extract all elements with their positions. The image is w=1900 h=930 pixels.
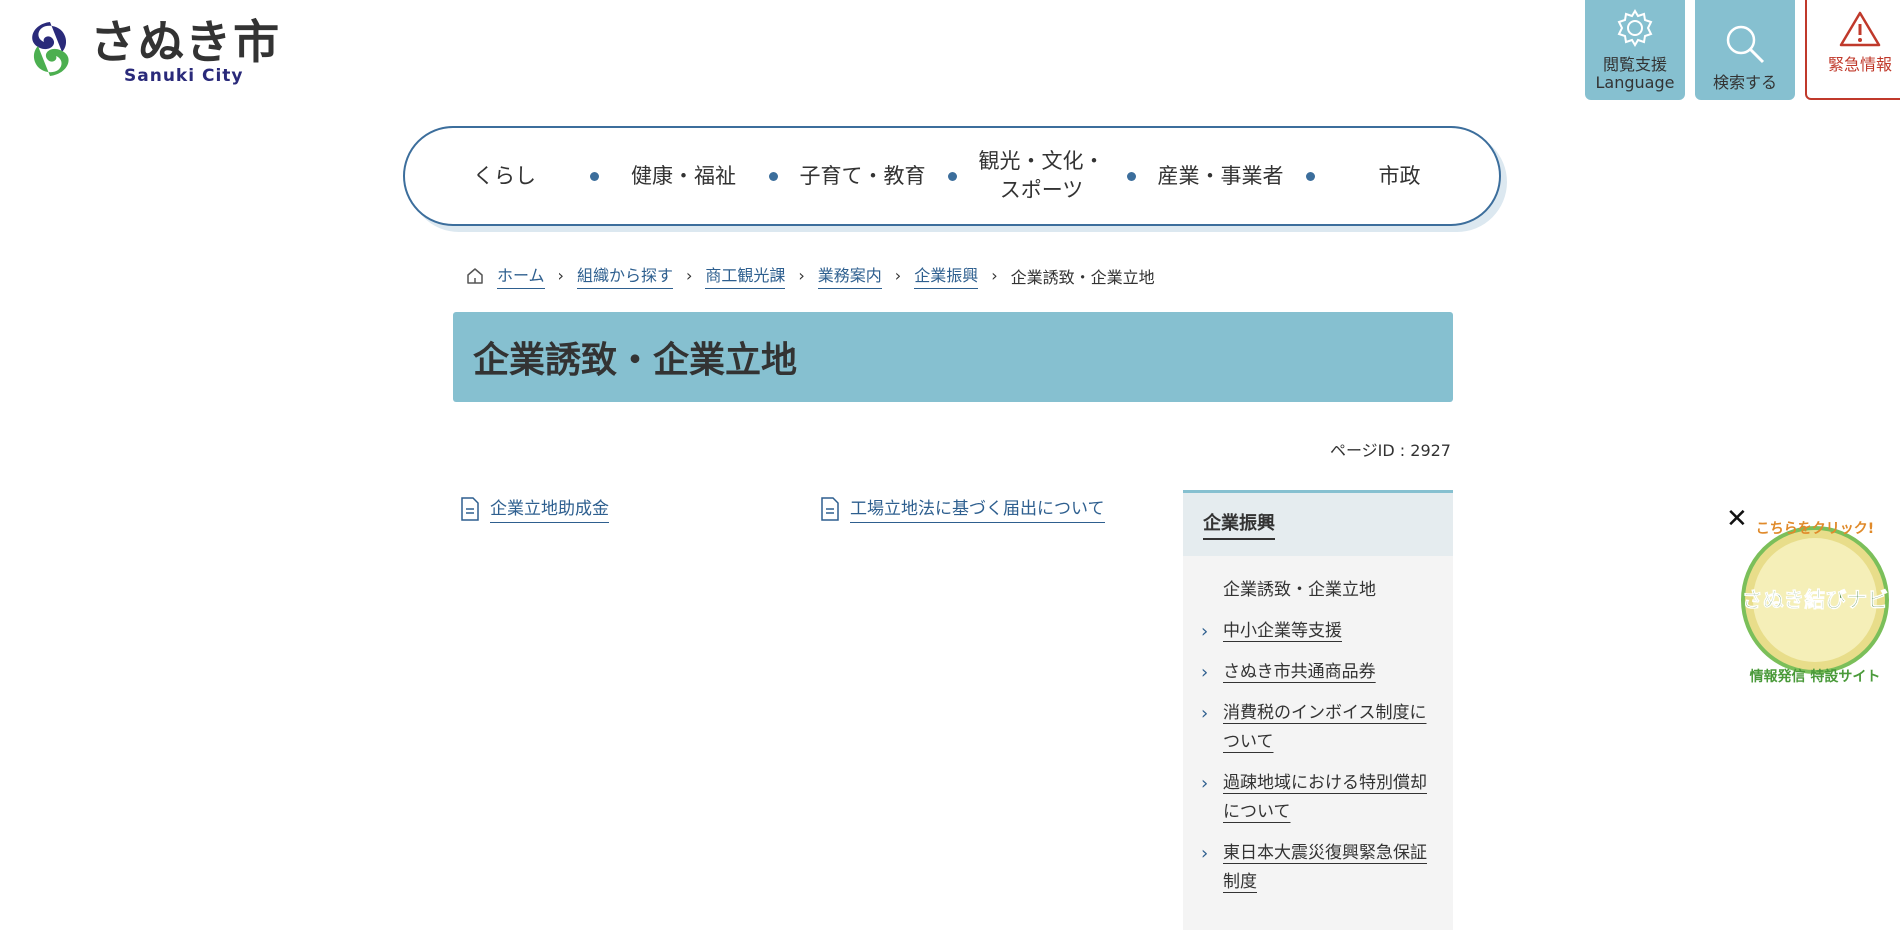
nav-separator-dot (589, 171, 599, 181)
language-support-button[interactable]: 閲覧支援 Language (1585, 0, 1685, 100)
side-item-gift-certificate[interactable]: › さぬき市共通商品券 (1183, 658, 1453, 687)
banner-bottom-text: 情報発信 特設サイト (1750, 668, 1881, 685)
side-item-label: 企業誘致・企業立地 (1223, 580, 1376, 600)
link-subsidy[interactable]: 企業立地助成金 (460, 494, 609, 523)
nav-separator-dot (768, 171, 778, 181)
musubi-navi-logo-icon: こちらをクリック! さぬき結びナビ 情報発信 特設サイト (1741, 521, 1889, 685)
side-item-current: 企業誘致・企業立地 (1183, 576, 1453, 605)
banner-main-text: さぬき結びナビ (1742, 588, 1889, 612)
breadcrumb-home[interactable]: ホーム (497, 262, 545, 289)
chevron-right-icon: › (1201, 773, 1209, 794)
side-item-earthquake-guarantee[interactable]: › 東日本大震災復興緊急保証制度 (1183, 839, 1453, 897)
chevron-right-icon: › (685, 266, 693, 285)
page-title: 企業誘致・企業立地 (453, 312, 1453, 402)
side-menu-heading[interactable]: 企業振興 (1203, 509, 1275, 540)
link-subsidy-label: 企業立地助成金 (490, 494, 609, 523)
logo-title: さぬき市 (90, 15, 282, 69)
document-icon (821, 496, 839, 521)
warning-icon (1839, 11, 1881, 47)
search-icon (1726, 25, 1765, 64)
nav-separator-dot (947, 171, 957, 181)
chevron-right-icon: › (557, 266, 564, 285)
side-item-invoice[interactable]: › 消費税のインボイス制度について (1183, 699, 1453, 757)
nav-childcare-education[interactable]: 子育て・教育 (789, 162, 937, 191)
gear-icon (1617, 9, 1653, 47)
link-factory-law[interactable]: 工場立地法に基づく届出について (820, 494, 1105, 523)
chevron-right-icon: › (894, 266, 902, 285)
side-menu-list: 企業誘致・企業立地 › 中小企業等支援 › さぬき市共通商品券 › 消費税のイン… (1183, 556, 1453, 897)
chevron-right-icon: › (991, 266, 998, 285)
nav-city-government[interactable]: 市政 (1326, 162, 1474, 191)
emergency-info-button[interactable]: 緊急情報 (1805, 0, 1900, 100)
side-item-depreciation[interactable]: › 過疎地域における特別償却について (1183, 769, 1453, 827)
chevron-right-icon: › (798, 266, 805, 285)
nav-kurashi[interactable]: くらし (431, 162, 579, 191)
breadcrumb-current: 企業誘致・企業立地 (1010, 267, 1155, 287)
side-item-label: 中小企業等支援 (1223, 621, 1342, 641)
side-menu: 企業振興 企業誘致・企業立地 › 中小企業等支援 › さぬき市共通商品券 › 消… (1183, 490, 1453, 930)
logo-subtitle: Sanuki City (124, 66, 244, 86)
side-item-label: 東日本大震災復興緊急保証制度 (1223, 843, 1427, 892)
nav-tourism-culture-sports[interactable]: 観光・文化・ スポーツ (968, 147, 1116, 205)
language-label-2: Language (1595, 73, 1675, 92)
side-item-label: さぬき市共通商品券 (1223, 662, 1376, 682)
breadcrumb-commerce-tourism[interactable]: 商工観光課 (705, 262, 786, 289)
search-label: 検索する (1712, 73, 1777, 92)
side-item-label: 消費税のインボイス制度について (1223, 703, 1427, 752)
breadcrumb-organization[interactable]: 組織から探す (576, 262, 673, 289)
side-item-sme-support[interactable]: › 中小企業等支援 (1183, 617, 1453, 646)
chevron-right-icon: › (1201, 843, 1209, 864)
breadcrumb-business-guide[interactable]: 業務案内 (817, 262, 882, 289)
language-label-1: 閲覧支援 (1602, 55, 1667, 74)
home-icon (467, 267, 483, 284)
nav-separator-dot (1305, 171, 1315, 181)
site-logo[interactable]: さぬき市 Sanuki City (20, 18, 281, 86)
emergency-label: 緊急情報 (1827, 55, 1892, 74)
chevron-right-icon: › (1201, 621, 1209, 642)
breadcrumb: ホーム › 組織から探す › 商工観光課 › 業務案内 › 企業振興 › 企業誘… (465, 262, 1155, 289)
chevron-right-icon: › (1201, 703, 1209, 724)
nav-separator-dot (1126, 171, 1136, 181)
side-menu-header: 企業振興 (1183, 493, 1453, 556)
nav-industry-business[interactable]: 産業・事業者 (1147, 162, 1295, 191)
musubi-navi-banner[interactable]: こちらをクリック! さぬき結びナビ 情報発信 特設サイト (1735, 515, 1895, 695)
document-icon (461, 496, 479, 521)
nav-health-welfare[interactable]: 健康・福祉 (610, 162, 758, 191)
breadcrumb-business-promotion[interactable]: 企業振興 (914, 262, 979, 289)
side-item-label: 過疎地域における特別償却について (1223, 773, 1427, 822)
sanuki-logo-icon (32, 22, 69, 76)
banner-top-text: こちらをクリック! (1756, 521, 1874, 537)
global-nav: くらし 健康・福祉 子育て・教育 観光・文化・ スポーツ 産業・事業者 市政 (403, 126, 1501, 226)
page-id: ページID : 2927 (1329, 441, 1451, 460)
search-button[interactable]: 検索する (1695, 0, 1795, 100)
nav-tourism-line1: 観光・文化・ (978, 149, 1105, 173)
link-factory-law-label: 工場立地法に基づく届出について (850, 494, 1105, 523)
nav-tourism-line2: スポーツ (999, 178, 1084, 202)
chevron-right-icon: › (1201, 662, 1209, 683)
